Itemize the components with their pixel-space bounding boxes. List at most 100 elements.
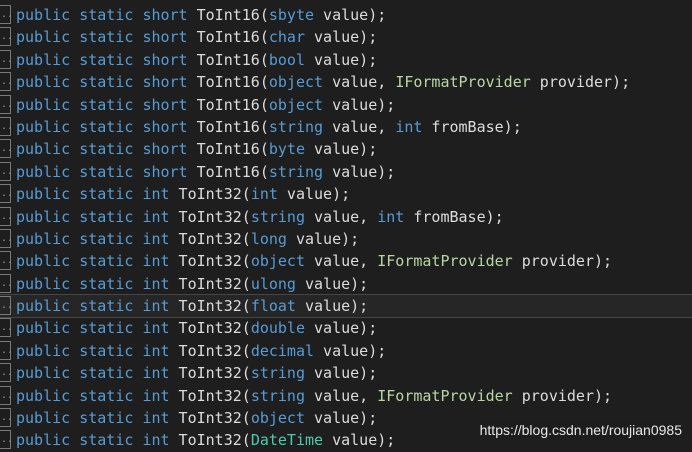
code-line[interactable]: .. public static int ToInt32(float value)… bbox=[0, 294, 692, 319]
collapse-marker[interactable]: .. bbox=[0, 116, 13, 136]
collapse-marker[interactable]: .. bbox=[0, 385, 13, 405]
collapse-marker[interactable]: .. bbox=[0, 273, 13, 293]
code-token: value); bbox=[305, 364, 378, 383]
code-token: static bbox=[79, 409, 134, 428]
code-token: public bbox=[16, 28, 71, 47]
code-token: ToInt32( bbox=[169, 431, 251, 450]
code-line[interactable]: .. public static int ToInt32(string value… bbox=[0, 362, 692, 384]
code-token: value); bbox=[305, 409, 378, 428]
code-token: ToInt32( bbox=[169, 297, 251, 316]
collapse-marker[interactable]: .. bbox=[0, 27, 13, 47]
code-token: public bbox=[16, 95, 71, 114]
code-token: int bbox=[142, 185, 170, 204]
code-line[interactable]: .. public static int ToInt32(ulong value)… bbox=[0, 273, 692, 295]
code-token: byte bbox=[268, 140, 305, 159]
code-text: public static short ToInt16(char value); bbox=[16, 26, 377, 48]
collapse-marker[interactable]: .. bbox=[0, 206, 13, 226]
code-token: value); bbox=[277, 185, 351, 204]
code-token: bool bbox=[268, 50, 305, 69]
code-token: value); bbox=[305, 50, 378, 69]
code-token: ToInt16( bbox=[187, 140, 269, 159]
code-text: public static short ToInt16(object value… bbox=[16, 94, 395, 116]
code-line[interactable]: .. public static int ToInt32(decimal valu… bbox=[0, 340, 692, 362]
code-line[interactable]: .. public static short ToInt16(string val… bbox=[0, 161, 692, 183]
code-line[interactable]: .. public static short ToInt16(byte value… bbox=[0, 138, 692, 160]
code-line[interactable]: .. public static int ToInt32(string value… bbox=[0, 206, 692, 228]
code-token: static bbox=[79, 162, 134, 181]
code-token: ToInt16( bbox=[187, 162, 269, 181]
code-line[interactable]: .. public static int ToInt32(double value… bbox=[0, 317, 692, 339]
collapse-marker[interactable]: .. bbox=[0, 139, 13, 159]
collapse-marker[interactable]: .. bbox=[0, 408, 13, 428]
code-text: public static int ToInt32(float value); bbox=[16, 295, 368, 317]
collapse-marker[interactable]: .. bbox=[0, 228, 13, 248]
code-token: public bbox=[16, 162, 71, 181]
code-token: ToInt16( bbox=[187, 117, 269, 136]
code-line[interactable]: .. public static short ToInt16(bool value… bbox=[0, 49, 692, 71]
code-token: static bbox=[79, 297, 134, 316]
code-line[interactable]: .. public static short ToInt16(object val… bbox=[0, 71, 692, 93]
collapse-marker[interactable]: .. bbox=[0, 49, 13, 69]
code-token: value); bbox=[314, 341, 387, 360]
code-token: static bbox=[79, 364, 134, 383]
collapse-marker[interactable]: .. bbox=[0, 72, 13, 92]
code-token: ToInt32( bbox=[169, 341, 251, 360]
code-token: fromBase); bbox=[422, 117, 522, 136]
collapse-marker[interactable]: .. bbox=[0, 161, 13, 181]
code-text: public static short ToInt16(object value… bbox=[16, 71, 630, 93]
code-text: public static int ToInt32(string value, … bbox=[16, 206, 504, 228]
code-token: static bbox=[79, 319, 134, 338]
code-token: object bbox=[250, 252, 305, 271]
code-text: public static int ToInt32(string value); bbox=[16, 362, 377, 384]
code-line[interactable]: .. public static int ToInt32(long value); bbox=[0, 228, 692, 250]
code-token: string bbox=[268, 117, 324, 136]
code-line[interactable]: .. public static int ToInt32(object value… bbox=[0, 250, 692, 272]
code-token: int bbox=[142, 319, 170, 338]
code-token: public bbox=[16, 140, 71, 159]
code-text: public static short ToInt16(bool value); bbox=[16, 49, 377, 71]
code-token: public bbox=[16, 73, 71, 92]
code-editor[interactable]: .. public static short ToInt16(sbyte valu… bbox=[0, 4, 692, 452]
collapse-marker[interactable]: .. bbox=[0, 251, 13, 271]
code-token: provider); bbox=[512, 386, 613, 405]
collapse-marker[interactable]: .. bbox=[0, 5, 13, 24]
code-token: public bbox=[16, 341, 71, 360]
collapse-marker[interactable]: .. bbox=[0, 340, 13, 360]
code-line[interactable]: .. public static short ToInt16(object val… bbox=[0, 94, 692, 116]
collapse-marker[interactable]: .. bbox=[0, 94, 13, 114]
collapse-marker[interactable]: .. bbox=[0, 430, 13, 450]
code-token: value); bbox=[305, 319, 378, 338]
code-token: short bbox=[142, 50, 188, 69]
code-token: long bbox=[250, 229, 287, 248]
code-token: ToInt32( bbox=[169, 252, 251, 271]
code-line[interactable]: .. public static short ToInt16(sbyte valu… bbox=[0, 4, 692, 26]
code-token: ToInt32( bbox=[169, 207, 251, 226]
collapse-marker[interactable]: .. bbox=[0, 363, 13, 383]
code-token: DateTime bbox=[250, 431, 324, 450]
code-token: int bbox=[142, 386, 170, 405]
collapse-marker[interactable]: .. bbox=[0, 318, 13, 338]
code-text: public static short ToInt16(string value… bbox=[16, 161, 395, 183]
code-token: char bbox=[268, 28, 305, 47]
code-token: public bbox=[16, 297, 71, 316]
code-token: int bbox=[142, 274, 170, 293]
code-token: static bbox=[79, 73, 134, 92]
code-line[interactable]: .. public static int ToInt32(string value… bbox=[0, 385, 692, 407]
code-text: public static int ToInt32(DateTime value… bbox=[16, 429, 395, 451]
code-line[interactable]: .. public static int ToInt32(int value); bbox=[0, 183, 692, 205]
code-token: ToInt16( bbox=[187, 95, 269, 114]
code-token: public bbox=[16, 117, 71, 136]
collapse-marker[interactable]: .. bbox=[0, 184, 13, 204]
code-token: int bbox=[142, 297, 170, 316]
code-line[interactable]: .. public static short ToInt16(char value… bbox=[0, 26, 692, 48]
collapse-marker[interactable]: .. bbox=[0, 296, 13, 316]
code-line[interactable]: .. public static short ToInt16(string val… bbox=[0, 116, 692, 138]
code-token: ToInt16( bbox=[187, 73, 269, 92]
